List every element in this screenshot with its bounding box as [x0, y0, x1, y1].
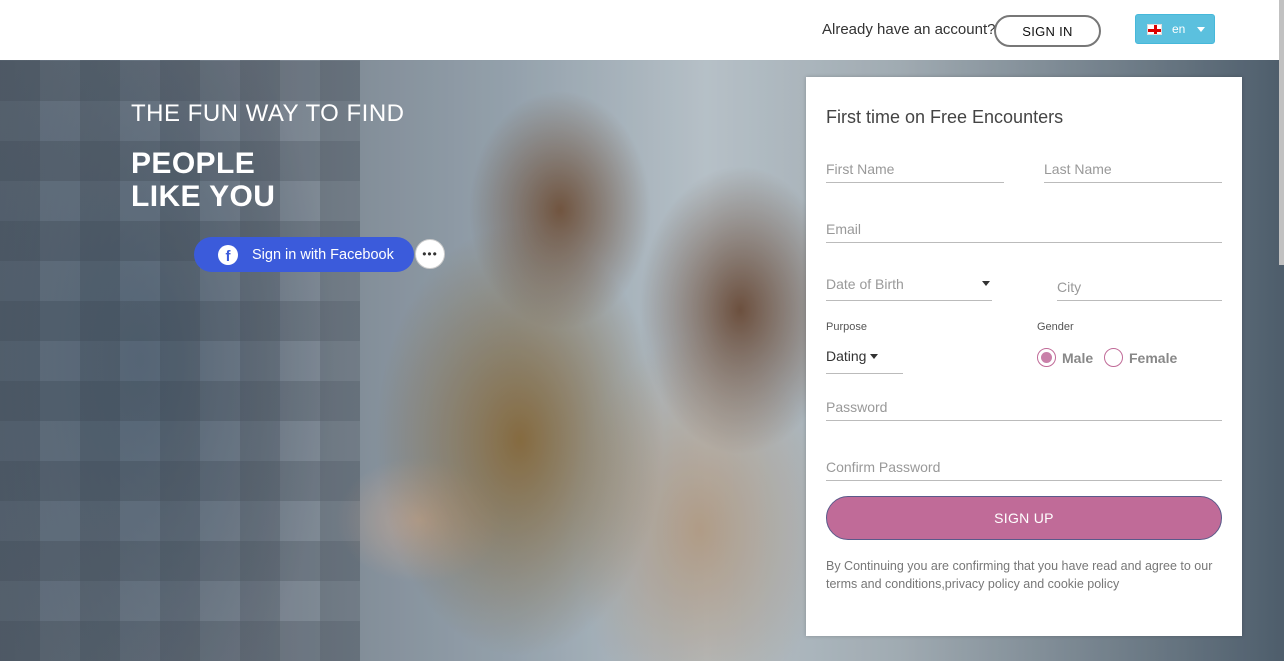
- top-bar: Already have an account? SIGN IN en: [0, 0, 1284, 60]
- email-input[interactable]: [826, 219, 1222, 243]
- facebook-signin-button[interactable]: f Sign in with Facebook: [194, 237, 414, 272]
- gender-option-label: Male: [1062, 349, 1094, 366]
- purpose-value: Dating: [826, 348, 867, 364]
- gender-option-label: Female: [1129, 349, 1178, 366]
- date-of-birth-placeholder: Date of Birth: [826, 276, 904, 292]
- more-dots-icon: •••: [422, 247, 438, 261]
- purpose-select[interactable]: Dating: [826, 345, 903, 374]
- facebook-signin-label: Sign in with Facebook: [252, 246, 394, 263]
- first-name-input[interactable]: [826, 159, 1004, 183]
- language-code: en: [1172, 22, 1186, 36]
- more-options-button[interactable]: •••: [415, 239, 445, 269]
- password-input[interactable]: [826, 397, 1222, 421]
- hero-headline: PEOPLE LIKE YOU: [131, 147, 275, 213]
- purpose-label: Purpose: [826, 321, 867, 333]
- confirm-password-input[interactable]: [826, 457, 1222, 481]
- sign-in-button[interactable]: SIGN IN: [994, 15, 1101, 47]
- england-flag-icon: [1147, 23, 1162, 35]
- language-selector[interactable]: en: [1135, 14, 1215, 44]
- signup-card: First time on Free Encounters Date of Bi…: [806, 77, 1242, 636]
- chevron-down-icon: [870, 353, 879, 359]
- hero-tagline: THE FUN WAY TO FIND: [131, 100, 405, 127]
- chevron-down-icon: [982, 281, 990, 286]
- gender-radio-male[interactable]: Male: [1037, 348, 1093, 367]
- city-input[interactable]: [1057, 277, 1222, 301]
- gender-radio-female[interactable]: Female: [1104, 348, 1177, 367]
- sign-up-button[interactable]: SIGN UP: [826, 496, 1222, 540]
- radio-checked-icon: [1037, 348, 1056, 367]
- radio-unchecked-icon: [1104, 348, 1123, 367]
- gender-label: Gender: [1037, 321, 1074, 333]
- form-title: First time on Free Encounters: [826, 107, 1064, 127]
- facebook-icon: f: [218, 244, 238, 265]
- have-account-text: Already have an account?: [822, 21, 996, 38]
- page-scrollbar[interactable]: [1279, 0, 1284, 265]
- hero-headline-line2: LIKE YOU: [131, 180, 276, 213]
- chevron-down-icon: [1197, 26, 1206, 32]
- date-of-birth-select[interactable]: Date of Birth: [826, 276, 992, 301]
- hero-headline-line1: PEOPLE: [131, 147, 256, 180]
- legal-notice: By Continuing you are confirming that yo…: [826, 559, 1213, 591]
- last-name-input[interactable]: [1044, 159, 1222, 183]
